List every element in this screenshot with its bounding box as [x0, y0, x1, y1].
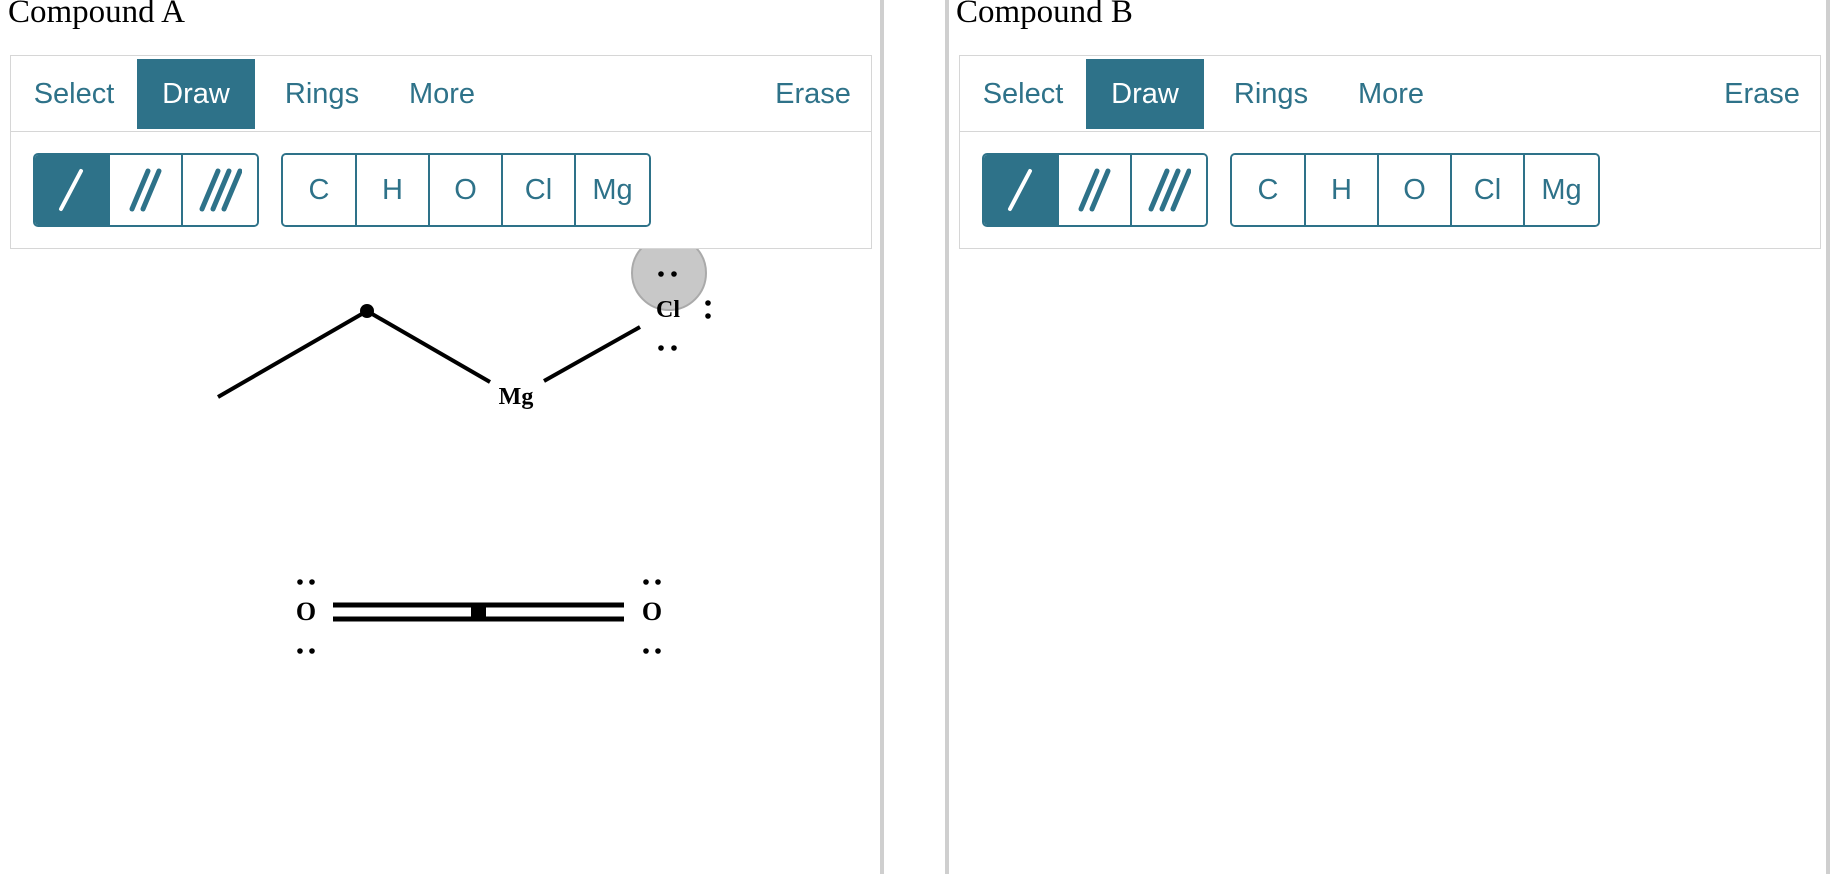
compound-b-panel: Compound B Select Draw Rings More Erase … — [949, 0, 1829, 874]
triple-bond-icon — [199, 168, 243, 212]
erase-button[interactable]: Erase — [1712, 59, 1812, 129]
tab-more[interactable]: More — [389, 59, 495, 129]
element-c-button[interactable]: C — [1232, 155, 1306, 225]
atom-mg-label[interactable]: Mg — [499, 384, 534, 410]
element-cl-button[interactable]: Cl — [1452, 155, 1525, 225]
element-tool-group: C H O Cl Mg — [281, 153, 651, 227]
double-bond-icon — [1078, 168, 1111, 212]
element-tool-group: C H O Cl Mg — [1230, 153, 1600, 227]
element-h-button[interactable]: H — [357, 155, 430, 225]
bond-ch3-ch2[interactable] — [217, 309, 368, 399]
element-mg-button[interactable]: Mg — [1525, 155, 1598, 225]
tab-more[interactable]: More — [1338, 59, 1444, 129]
compound-b-drawing-canvas[interactable] — [949, 249, 1829, 874]
atom-o-right-label[interactable]: O — [642, 597, 662, 626]
element-o-button[interactable]: O — [1379, 155, 1452, 225]
bond-tool-group — [33, 153, 259, 227]
compound-b-subtoolbar: C H O Cl Mg — [959, 131, 1821, 249]
compound-a-right-divider — [880, 0, 884, 874]
bond-mg-cl[interactable] — [543, 325, 641, 383]
element-mg-button[interactable]: Mg — [576, 155, 649, 225]
compound-a-toolbar: Select Draw Rings More Erase — [10, 55, 872, 131]
single-bond-icon — [1008, 169, 1033, 211]
atom-o-left-label[interactable]: O — [296, 597, 316, 626]
compound-b-title: Compound B — [956, 0, 1133, 30]
compound-b-toolbar: Select Draw Rings More Erase — [959, 55, 1821, 131]
atom-cl-label[interactable]: Cl — [656, 297, 680, 323]
tab-rings[interactable]: Rings — [1216, 59, 1326, 129]
double-bond-icon — [129, 168, 162, 212]
element-cl-button[interactable]: Cl — [503, 155, 576, 225]
tab-draw[interactable]: Draw — [1086, 59, 1204, 129]
single-bond-button[interactable] — [984, 155, 1059, 225]
single-bond-button[interactable] — [35, 155, 110, 225]
double-bond-button[interactable] — [1058, 155, 1133, 225]
compound-a-title: Compound A — [8, 0, 185, 30]
bond-tool-group — [982, 153, 1208, 227]
single-bond-icon — [59, 169, 84, 211]
compound-a-subtoolbar: C H O Cl Mg — [10, 131, 872, 249]
tab-draw[interactable]: Draw — [137, 59, 255, 129]
element-c-button[interactable]: C — [283, 155, 357, 225]
triple-bond-button[interactable] — [1132, 155, 1206, 225]
erase-button[interactable]: Erase — [763, 59, 863, 129]
compound-a-panel: Compound A Select Draw Rings More Erase … — [0, 0, 880, 874]
element-h-button[interactable]: H — [1306, 155, 1379, 225]
triple-bond-button[interactable] — [183, 155, 257, 225]
compound-a-drawing-canvas[interactable]: Mg Cl O O — [0, 249, 880, 874]
double-bond-button[interactable] — [109, 155, 184, 225]
bond-ch2-mg[interactable] — [366, 309, 491, 384]
tab-select[interactable]: Select — [19, 59, 129, 129]
triple-bond-icon — [1148, 168, 1192, 212]
tab-rings[interactable]: Rings — [267, 59, 377, 129]
compound-b-right-divider — [1826, 0, 1830, 874]
element-o-button[interactable]: O — [430, 155, 503, 225]
tab-select[interactable]: Select — [968, 59, 1078, 129]
